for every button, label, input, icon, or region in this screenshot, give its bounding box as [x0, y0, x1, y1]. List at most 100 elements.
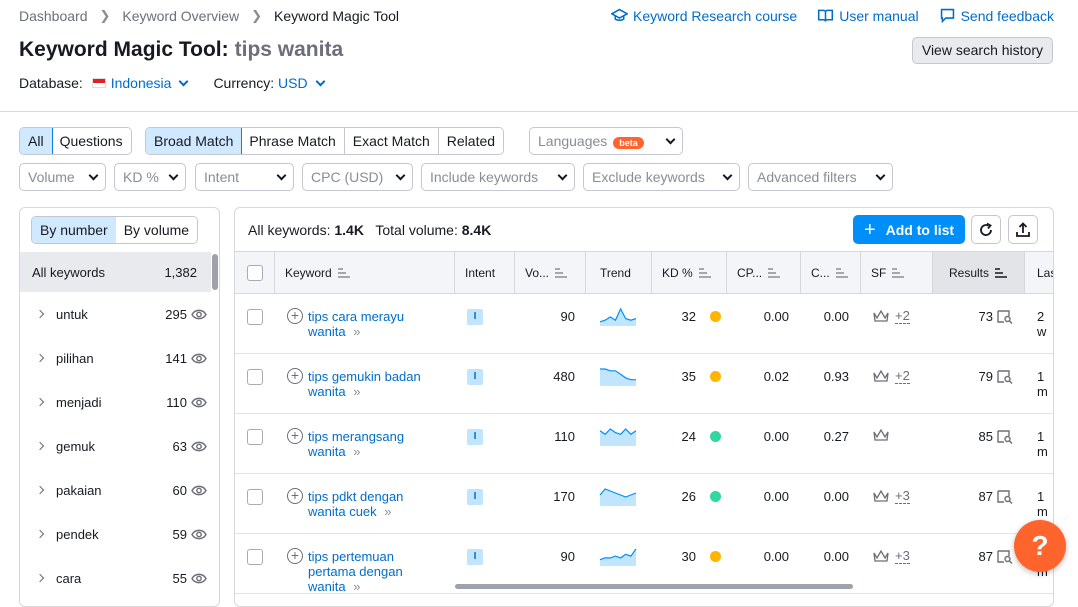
keyword-group-item[interactable]: menjadi 110 — [20, 380, 211, 424]
chevron-down-icon — [276, 170, 287, 180]
row-checkbox[interactable] — [247, 309, 263, 325]
advanced-filters[interactable]: Advanced filters — [748, 163, 893, 191]
keyword-group-item[interactable]: pilihan 141 — [20, 336, 211, 380]
vertical-scrollbar[interactable] — [212, 254, 218, 290]
serp-preview-icon[interactable] — [997, 490, 1013, 504]
chevron-down-icon — [168, 170, 179, 180]
user-manual-link[interactable]: User manual — [817, 7, 919, 24]
keyword-group-name: gemuk — [56, 438, 96, 454]
cpc-filter[interactable]: CPC (USD) — [302, 163, 413, 191]
summary-line: All keywords: 1.4K Total volume: 8.4K — [248, 222, 492, 238]
eye-icon[interactable] — [191, 353, 207, 364]
col-sf[interactable]: SF — [861, 252, 933, 293]
breadcrumb-keyword-overview[interactable]: Keyword Overview — [122, 8, 239, 24]
eye-icon[interactable] — [191, 529, 207, 540]
database-selector[interactable]: Database: Indonesia — [19, 75, 189, 91]
double-chevron-icon[interactable]: » — [353, 444, 360, 459]
add-keyword-icon[interactable]: + — [287, 548, 303, 564]
tab-all[interactable]: All — [19, 128, 53, 154]
keyword-link[interactable]: tips pdkt dengan wanita cuek » — [308, 489, 438, 519]
tab-phrase-match[interactable]: Phrase Match — [241, 128, 345, 154]
double-chevron-icon[interactable]: » — [353, 579, 360, 594]
languages-dropdown[interactable]: Languages beta — [529, 127, 683, 155]
add-keyword-icon[interactable]: + — [287, 308, 303, 324]
row-checkbox[interactable] — [247, 549, 263, 565]
export-button[interactable] — [1008, 215, 1038, 244]
eye-icon[interactable] — [191, 573, 207, 584]
row-checkbox[interactable] — [247, 429, 263, 445]
keyword-group-item[interactable]: pakaian 60 — [20, 468, 211, 512]
select-all-checkbox[interactable] — [246, 264, 263, 281]
serp-features-count[interactable]: +3 — [895, 488, 910, 504]
col-cpc[interactable]: CP... — [727, 252, 801, 293]
keyword-group-item[interactable]: cara 55 — [20, 556, 211, 600]
keyword-link[interactable]: tips merangsang wanita » — [308, 429, 438, 459]
serp-features-count[interactable]: +2 — [895, 308, 910, 324]
intent-filter[interactable]: Intent — [195, 163, 294, 191]
col-volume[interactable]: Vo... — [515, 252, 586, 293]
kd-filter[interactable]: KD % — [114, 163, 186, 191]
double-chevron-icon[interactable]: » — [384, 504, 391, 519]
all-keywords-group[interactable]: All keywords 1,382 — [20, 252, 211, 292]
eye-icon[interactable] — [191, 485, 207, 496]
keyword-group-item[interactable]: pendek 59 — [20, 512, 211, 556]
tab-related[interactable]: Related — [438, 128, 504, 154]
col-keyword[interactable]: Keyword — [275, 252, 455, 293]
keyword-group-item[interactable]: untuk 295 — [20, 292, 211, 336]
currency-selector[interactable]: Currency: USD — [213, 75, 326, 91]
add-keyword-icon[interactable]: + — [287, 488, 303, 504]
col-last-update[interactable]: Las — [1025, 252, 1053, 293]
add-keyword-icon[interactable]: + — [287, 368, 303, 384]
book-icon — [818, 9, 834, 22]
keyword-group-name: menjadi — [56, 394, 102, 410]
by-number-button[interactable]: By number — [32, 217, 117, 243]
refresh-button[interactable] — [971, 215, 1001, 244]
view-search-history-button[interactable]: View search history — [911, 37, 1053, 64]
keyword-link[interactable]: tips gemukin badan wanita » — [308, 369, 438, 399]
include-keywords-filter[interactable]: Include keywords — [421, 163, 575, 191]
keyword-link[interactable]: tips pertemuan pertama dengan wanita » — [308, 549, 438, 594]
send-feedback-link[interactable]: Send feedback — [939, 7, 1054, 24]
exclude-keywords-filter[interactable]: Exclude keywords — [583, 163, 740, 191]
select-all-cell — [235, 252, 275, 293]
double-chevron-icon[interactable]: » — [353, 324, 360, 339]
tab-exact-match[interactable]: Exact Match — [344, 128, 439, 154]
keyword-research-course-link[interactable]: Keyword Research course — [611, 7, 797, 24]
tab-broad-match[interactable]: Broad Match — [146, 128, 243, 154]
keywords-total: 1.4K — [334, 222, 364, 238]
competition-value: 0.00 — [823, 489, 849, 504]
serp-preview-icon[interactable] — [997, 370, 1013, 384]
kd-difficulty-dot — [710, 371, 721, 382]
col-trend[interactable]: Trend — [586, 252, 652, 293]
eye-icon[interactable] — [191, 309, 207, 320]
keyword-link[interactable]: tips cara merayu wanita » — [308, 309, 438, 339]
horizontal-scrollbar[interactable] — [455, 584, 853, 589]
col-intent[interactable]: Intent — [455, 252, 515, 293]
serp-features-cell — [873, 428, 889, 442]
cpc-value: 0.02 — [763, 369, 789, 384]
by-volume-button[interactable]: By volume — [115, 217, 198, 243]
last-update-value: 1 m — [1037, 429, 1048, 459]
double-chevron-icon[interactable]: » — [353, 384, 360, 399]
keyword-group-item[interactable]: gemuk 63 — [20, 424, 211, 468]
serp-preview-icon[interactable] — [997, 550, 1013, 564]
volume-value: 480 — [553, 369, 575, 384]
tab-questions[interactable]: Questions — [51, 128, 131, 154]
serp-features-count[interactable]: +2 — [895, 368, 910, 384]
add-keyword-icon[interactable]: + — [287, 428, 303, 444]
add-to-list-button[interactable]: + Add to list — [853, 215, 965, 244]
help-button[interactable]: ? — [1014, 520, 1066, 572]
col-competition[interactable]: C... — [801, 252, 861, 293]
eye-icon[interactable] — [191, 397, 207, 408]
row-checkbox[interactable] — [247, 369, 263, 385]
breadcrumb-dashboard[interactable]: Dashboard — [19, 8, 88, 24]
serp-preview-icon[interactable] — [997, 310, 1013, 324]
competition-value: 0.27 — [823, 429, 849, 444]
row-checkbox[interactable] — [247, 489, 263, 505]
volume-filter[interactable]: Volume — [19, 163, 106, 191]
eye-icon[interactable] — [191, 441, 207, 452]
col-results[interactable]: Results — [933, 252, 1025, 293]
serp-preview-icon[interactable] — [997, 430, 1013, 444]
col-kd[interactable]: KD % — [652, 252, 727, 293]
serp-features-count[interactable]: +3 — [895, 548, 910, 564]
